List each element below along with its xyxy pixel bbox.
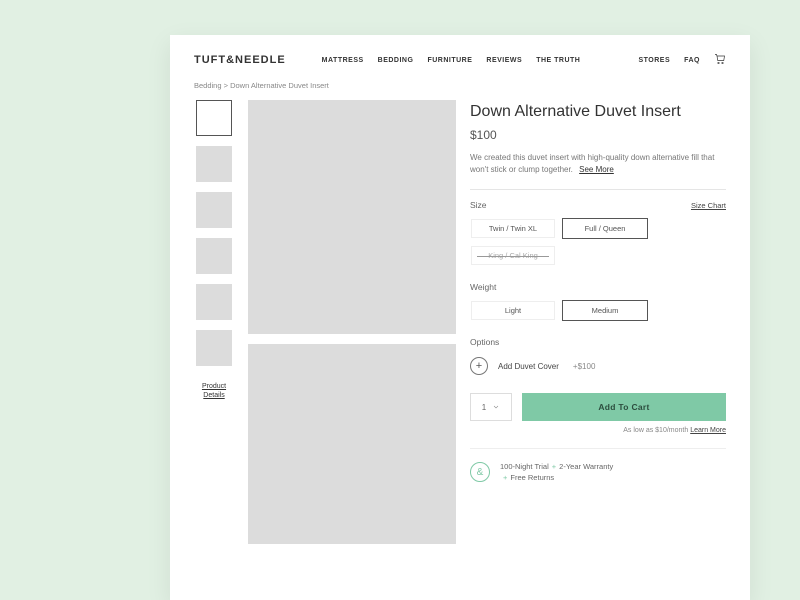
thumbnail-5[interactable]: [196, 284, 232, 320]
divider: [470, 189, 726, 190]
thumbnail-1[interactable]: [196, 100, 232, 136]
product-title: Down Alternative Duvet Insert: [470, 102, 726, 122]
product-details-link[interactable]: Product Details: [202, 382, 226, 400]
guarantee-badges: & 100-Night Trial+2-Year Warranty +Free …: [470, 448, 726, 484]
size-label: Size: [470, 200, 487, 210]
brand-logo[interactable]: TUFT&NEEDLE: [194, 54, 286, 66]
product-details-link-l1: Product: [202, 383, 226, 390]
size-twin[interactable]: Twin / Twin XL: [470, 218, 556, 239]
badge-trial: 100-Night Trial: [500, 462, 549, 471]
site-header: TUFT&NEEDLE MATTRESS BEDDING FURNITURE R…: [194, 53, 726, 67]
badge-warranty: 2-Year Warranty: [559, 462, 613, 471]
add-to-cart-button[interactable]: Add To Cart: [522, 393, 726, 421]
weight-light[interactable]: Light: [470, 300, 556, 321]
gallery-image-1[interactable]: [248, 100, 456, 334]
product-price: $100: [470, 128, 726, 142]
thumbnail-4[interactable]: [196, 238, 232, 274]
nav-main: MATTRESS BEDDING FURNITURE REVIEWS THE T…: [322, 57, 581, 64]
financing-learn-more[interactable]: Learn More: [690, 427, 726, 434]
thumbnail-rail: Product Details: [194, 100, 234, 544]
main-content: Product Details Down Alternative Duvet I…: [194, 100, 726, 544]
size-king[interactable]: King / Cal King: [470, 245, 556, 266]
nav-faq[interactable]: FAQ: [684, 57, 700, 64]
quantity-select[interactable]: 1: [470, 393, 512, 421]
product-description: We created this duvet insert with high-q…: [470, 152, 726, 175]
addon-label: Add Duvet Cover: [498, 362, 559, 371]
addon-price: +$100: [573, 362, 595, 371]
breadcrumb[interactable]: Bedding > Down Alternative Duvet Insert: [194, 81, 726, 90]
nav-reviews[interactable]: REVIEWS: [486, 57, 522, 64]
options-label: Options: [470, 337, 726, 347]
nav-right: STORES FAQ: [638, 53, 726, 67]
size-chart-link[interactable]: Size Chart: [691, 201, 726, 210]
nav-the-truth[interactable]: THE TRUTH: [536, 57, 580, 64]
thumbnail-2[interactable]: [196, 146, 232, 182]
size-header: Size Size Chart: [470, 200, 726, 210]
see-more-link[interactable]: See More: [579, 165, 614, 174]
size-options: Twin / Twin XL Full / Queen King / Cal K…: [470, 218, 726, 266]
plus-icon: +: [470, 357, 488, 375]
weight-options: Light Medium: [470, 300, 726, 321]
nav-stores[interactable]: STORES: [638, 57, 670, 64]
quantity-value: 1: [482, 403, 486, 412]
financing-text: As low as $10/month: [623, 427, 690, 434]
size-full-queen[interactable]: Full / Queen: [562, 218, 648, 239]
ampersand-badge-icon: &: [470, 462, 490, 482]
plus-separator: +: [549, 462, 559, 471]
image-gallery: [248, 100, 456, 544]
chevron-down-icon: [492, 403, 500, 411]
cart-row: 1 Add To Cart: [470, 393, 726, 421]
product-details: Down Alternative Duvet Insert $100 We cr…: [470, 100, 726, 544]
nav-mattress[interactable]: MATTRESS: [322, 57, 364, 64]
thumbnail-3[interactable]: [196, 192, 232, 228]
plus-separator: +: [500, 473, 510, 482]
badge-returns: Free Returns: [510, 473, 554, 482]
nav-furniture[interactable]: FURNITURE: [427, 57, 472, 64]
product-page: TUFT&NEEDLE MATTRESS BEDDING FURNITURE R…: [170, 35, 750, 600]
gallery-image-2[interactable]: [248, 344, 456, 544]
thumbnail-6[interactable]: [196, 330, 232, 366]
addon-duvet-cover[interactable]: + Add Duvet Cover +$100: [470, 357, 726, 375]
guarantee-text: 100-Night Trial+2-Year Warranty +Free Re…: [500, 461, 613, 484]
weight-label: Weight: [470, 282, 726, 292]
weight-medium[interactable]: Medium: [562, 300, 648, 321]
nav-bedding[interactable]: BEDDING: [378, 57, 414, 64]
product-details-link-l2: Details: [203, 392, 224, 399]
financing-note: As low as $10/month Learn More: [470, 427, 726, 434]
cart-icon[interactable]: [714, 53, 726, 67]
